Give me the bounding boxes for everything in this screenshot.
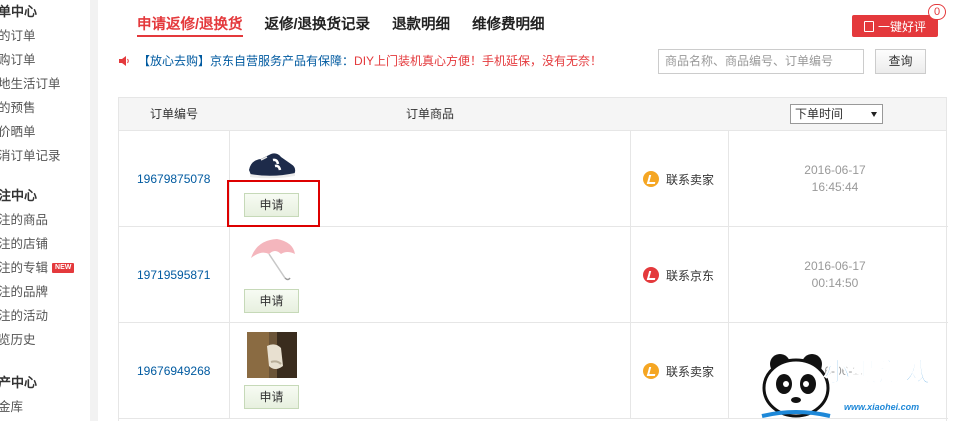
contact-label: 联系卖家: [666, 364, 715, 379]
tab-bar: 申请返修/退换货 返修/退换货记录 退款明细 维修费明细: [137, 13, 567, 37]
order-datetime: 2016-06-17 00:14:50: [755, 227, 915, 323]
column-divider: [728, 227, 729, 322]
sidebar-group-orders: 单中心 的订单 购订单 地生活订单 的预售 价晒单 消订单记录: [0, 0, 61, 168]
order-number-link[interactable]: 19719595871: [137, 227, 210, 323]
order-date: 2016-06-17: [804, 259, 866, 273]
sidebar-item-followed-events[interactable]: 注的活动: [0, 304, 74, 328]
header-product: 订单商品: [406, 107, 455, 121]
column-divider: [630, 131, 631, 226]
column-divider: [229, 227, 230, 322]
chat-icon: [643, 363, 659, 379]
table-row: 19719595871 申请 联系京东 2016-06-17 00:14:50: [119, 227, 948, 323]
column-divider: [229, 323, 230, 418]
notice-bar: 【放心去购】京东自营服务产品有保障：DIY上门装机真心方便！手机延保，没有无奈！: [118, 52, 602, 69]
sidebar-group-follow: 注中心 注的商品 注的店铺 注的专辑 NEW 注的品牌 注的活动 览历史: [0, 184, 75, 352]
notice-prefix: 【放心去购】: [138, 54, 211, 68]
chat-icon: [643, 171, 659, 187]
product-image-umbrella[interactable]: [247, 236, 297, 282]
sidebar-group-title: 注中心: [0, 188, 38, 203]
contact-seller-link[interactable]: 联系卖家: [643, 323, 714, 419]
apply-button[interactable]: 申请: [244, 385, 299, 409]
watermark-text: 小黑游戏: [823, 358, 933, 389]
chat-icon: [643, 267, 659, 283]
sidebar-item-local-orders[interactable]: 地生活订单: [0, 72, 61, 96]
sidebar-item-followed-albums[interactable]: 注的专辑 NEW: [0, 256, 75, 280]
watermark: 小黑游戏 www.xiaohei.com: [760, 350, 953, 421]
review-count-badge: 0: [928, 4, 946, 20]
sidebar-item-label: 注的专辑: [0, 261, 49, 275]
watermark-url: www.xiaohei.com: [844, 402, 920, 412]
tab-return-records[interactable]: 返修/退换货记录: [265, 13, 371, 37]
sidebar-item-reviews[interactable]: 价晒单: [0, 120, 61, 144]
sort-select-value: 下单时间: [795, 107, 844, 121]
sidebar-group-assets: 产中心 金库: [0, 371, 37, 419]
order-datetime: 2016-06-17 16:45:44: [755, 131, 915, 227]
contact-label: 联系京东: [666, 268, 715, 283]
notice-highlight: DIY上门装机真心方便！手机延保，没有无奈！: [354, 54, 603, 68]
sidebar-group-title: 单中心: [0, 4, 38, 19]
contact-seller-link[interactable]: 联系卖家: [643, 131, 714, 227]
notice-text[interactable]: 【放心去购】京东自营服务产品有保障：DIY上门装机真心方便！手机延保，没有无奈！: [138, 52, 602, 69]
order-number-link[interactable]: 19676949268: [137, 323, 210, 419]
tab-apply-return[interactable]: 申请返修/退换货: [137, 13, 243, 37]
sidebar-item-followed-brands[interactable]: 注的品牌: [0, 280, 74, 304]
sidebar-item-history[interactable]: 览历史: [0, 328, 74, 352]
order-time: 00:14:50: [811, 276, 859, 290]
tab-refund-details[interactable]: 退款明细: [392, 13, 450, 37]
chevron-down-icon: [871, 112, 877, 117]
column-divider: [728, 131, 729, 226]
review-button-label: 一键好评: [877, 19, 926, 34]
apply-button[interactable]: 申请: [244, 289, 299, 313]
sidebar-item-presale[interactable]: 的预售: [0, 96, 61, 120]
sidebar-item-followed-shops[interactable]: 注的店铺: [0, 232, 74, 256]
product-image-photo[interactable]: [247, 332, 297, 378]
order-date: 2016-06-17: [804, 163, 866, 177]
sidebar-item-cancelled[interactable]: 消订单记录: [0, 144, 61, 168]
order-number-link[interactable]: 19679875078: [137, 131, 210, 227]
search-button[interactable]: 查询: [875, 49, 926, 74]
speaker-icon: [118, 55, 130, 67]
header-order-no: 订单编号: [150, 107, 199, 121]
contact-label: 联系卖家: [666, 172, 715, 187]
sort-select[interactable]: 下单时间: [790, 104, 883, 124]
one-click-review-button[interactable]: 一键好评: [852, 15, 938, 37]
order-time: 16:45:44: [811, 180, 859, 194]
tab-repair-fees[interactable]: 维修费明细: [472, 13, 545, 37]
sidebar-item-my-orders[interactable]: 的订单: [0, 24, 61, 48]
highlight-annotation: [227, 180, 320, 227]
notice-body: 京东自营服务产品有保障：: [210, 54, 355, 68]
sidebar: 单中心 的订单 购订单 地生活订单 的预售 价晒单 消订单记录 注中心 注的商品…: [0, 0, 98, 421]
new-badge: NEW: [52, 263, 75, 273]
sidebar-item-group-orders[interactable]: 购订单: [0, 48, 61, 72]
contact-jd-link[interactable]: 联系京东: [643, 227, 714, 323]
sidebar-item-followed-products[interactable]: 注的商品: [0, 208, 74, 232]
table-header: 订单编号 订单商品 下单时间: [119, 98, 946, 131]
sidebar-group-title: 产中心: [0, 375, 38, 390]
panda-logo-icon: [761, 354, 831, 418]
sidebar-item-treasury[interactable]: 金库: [0, 395, 37, 419]
search-input[interactable]: 商品名称、商品编号、订单编号: [658, 49, 864, 74]
document-icon: [863, 20, 874, 32]
column-divider: [630, 227, 631, 322]
column-divider: [728, 323, 729, 418]
column-divider: [630, 323, 631, 418]
